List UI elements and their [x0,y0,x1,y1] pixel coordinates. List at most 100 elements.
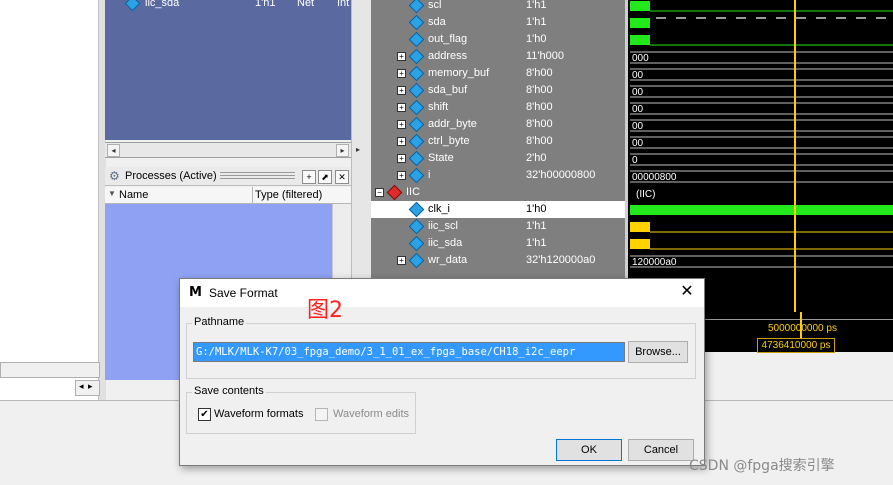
signal-name: addr_byte [428,118,477,130]
panel-drag-grip[interactable] [220,172,295,179]
wave-signal-row[interactable]: clk_i [371,201,524,218]
signal-value: 8'h00 [526,118,553,130]
signal-name: shift [428,101,449,113]
panel-undock-button[interactable]: ⬈ [318,170,332,184]
collapse-icon[interactable]: − [375,188,384,197]
cursor-time-label[interactable]: 4736410000 ps [757,338,835,353]
bus-value-label: 00 [632,70,644,81]
waveform-trace: 00 [630,136,893,149]
wave-value-row: 8'h00 [524,82,625,99]
left-scroll-arrows[interactable]: ◂ ▸ [75,380,100,396]
wave-value-row: 1'h1 [524,218,625,235]
wave-value-row: 1'h1 [524,14,625,31]
expand-icon[interactable]: + [397,120,406,129]
wave-signal-row[interactable]: + sda_buf [371,82,524,99]
waveform-trace: 00 [630,119,893,132]
waveform-trace: 00000800 [630,170,893,183]
signal-name: i [428,169,431,181]
close-icon[interactable]: ✕ [678,283,696,301]
wave-signal-row[interactable]: + ctrl_byte [371,133,524,150]
expand-icon[interactable]: + [397,154,406,163]
waveform-trace [630,222,893,233]
pathname-input[interactable]: G:/MLK/MLK-K7/03_fpga_demo/3_1_01_ex_fpg… [193,342,625,362]
wave-signal-row[interactable]: + wr_data [371,252,524,269]
wave-signal-row[interactable]: scl [371,0,524,14]
scroll-right-icon[interactable]: ▸ [336,144,349,157]
bus-value-label: 000 [632,53,649,64]
expand-icon[interactable]: + [397,256,406,265]
panel-add-button[interactable]: + [302,170,316,184]
watermark: CSDN @fpga搜索引擎 [689,458,835,474]
column-type[interactable]: Type (filtered) [255,189,322,201]
scroll-left-icon[interactable]: ◂ [107,144,120,157]
wave-value-row: 8'h00 [524,65,625,82]
scroll-right-icon[interactable]: ▸ [88,381,93,392]
wave-value-row: 8'h00 [524,99,625,116]
wave-signal-row[interactable]: + address [371,48,524,65]
wave-signal-row[interactable]: + memory_buf [371,65,524,82]
signal-value: 1'h1 [526,220,547,232]
wave-signal-row[interactable]: + State [371,150,524,167]
waveform-formats-checkbox[interactable]: ✔ [198,408,211,421]
bus-value-label: 120000a0 [632,257,677,268]
object-type: Int [337,0,350,9]
signal-name: scl [428,0,442,11]
bus-value-label: 0 [632,155,638,166]
expand-icon[interactable]: + [397,103,406,112]
left-horizontal-scrollbar[interactable] [0,362,100,378]
cancel-button[interactable]: Cancel [628,439,694,461]
wave-value-row: 1'h0 [524,31,625,48]
wave-signal-row[interactable]: + shift [371,99,524,116]
column-divider[interactable] [252,187,253,203]
expand-icon[interactable]: + [397,86,406,95]
bus-value-label: 00 [632,87,644,98]
waveform-formats-label[interactable]: Waveform formats [214,408,303,420]
waveform-trace [630,17,886,28]
signal-diamond-icon [408,31,425,48]
bus-value-label: 00000800 [632,172,677,183]
object-name: iic_sda [145,0,180,9]
ok-button[interactable]: OK [556,439,622,461]
pathname-label: Pathname [192,316,247,328]
waveform-canvas[interactable]: 0000000000000000000800(IIC)120000a0 [628,0,893,312]
wave-signal-row[interactable]: + addr_byte [371,116,524,133]
waveform-trace: 00 [630,68,893,81]
signal-name: sda [428,16,446,28]
signal-diamond-icon [408,0,425,14]
signal-diamond-icon [408,218,425,235]
signal-diamond-icon [408,48,425,65]
expand-icon[interactable]: + [397,52,406,61]
browse-button[interactable]: Browse... [628,341,688,363]
object-value: 1'h1 [255,0,276,9]
filter-arrow-icon[interactable]: ▼ [108,189,116,198]
signal-name: memory_buf [428,67,490,79]
signal-value: 11'h000 [526,50,564,62]
expand-icon[interactable]: + [397,69,406,78]
object-row[interactable]: iic_sda 1'h1 Net Int [105,0,351,12]
objects-horizontal-scrollbar[interactable]: ◂ ▸ [105,142,351,158]
signal-name: clk_i [428,203,451,215]
expand-icon[interactable]: + [397,171,406,180]
column-name[interactable]: Name [119,189,148,201]
wave-value-row: 8'h00 [524,116,625,133]
panel-close-button[interactable]: ✕ [335,170,349,184]
signal-name: iic_scl [428,220,458,232]
signal-diamond-icon [408,14,425,31]
wave-signal-values: 1'h1 1'h1 1'h0 11'h000 8'h00 8'h00 8'h00 8'h00 8… [524,0,625,312]
expand-icon[interactable]: + [397,137,406,146]
wave-signal-row[interactable]: iic_scl [371,218,524,235]
wave-signal-names: scl sda out_flag + address + memory_buf + sda_bu… [371,0,524,312]
wave-signal-row[interactable]: + i [371,167,524,184]
scroll-left-icon[interactable]: ◂ [79,381,84,392]
wave-signal-row[interactable]: iic_sda [371,235,524,252]
scroll-right-icon[interactable]: ▸ [356,145,366,155]
wave-value-row: 1'h0 [524,201,625,218]
signal-value: 1'h1 [526,16,547,28]
waveform-trace [630,1,893,12]
wave-signal-row[interactable]: − IIC [371,184,524,201]
signal-name: IIC [406,186,421,198]
signal-value: 1'h0 [526,203,547,215]
signal-value: 8'h00 [526,135,553,147]
wave-signal-row[interactable]: sda [371,14,524,31]
wave-signal-row[interactable]: out_flag [371,31,524,48]
